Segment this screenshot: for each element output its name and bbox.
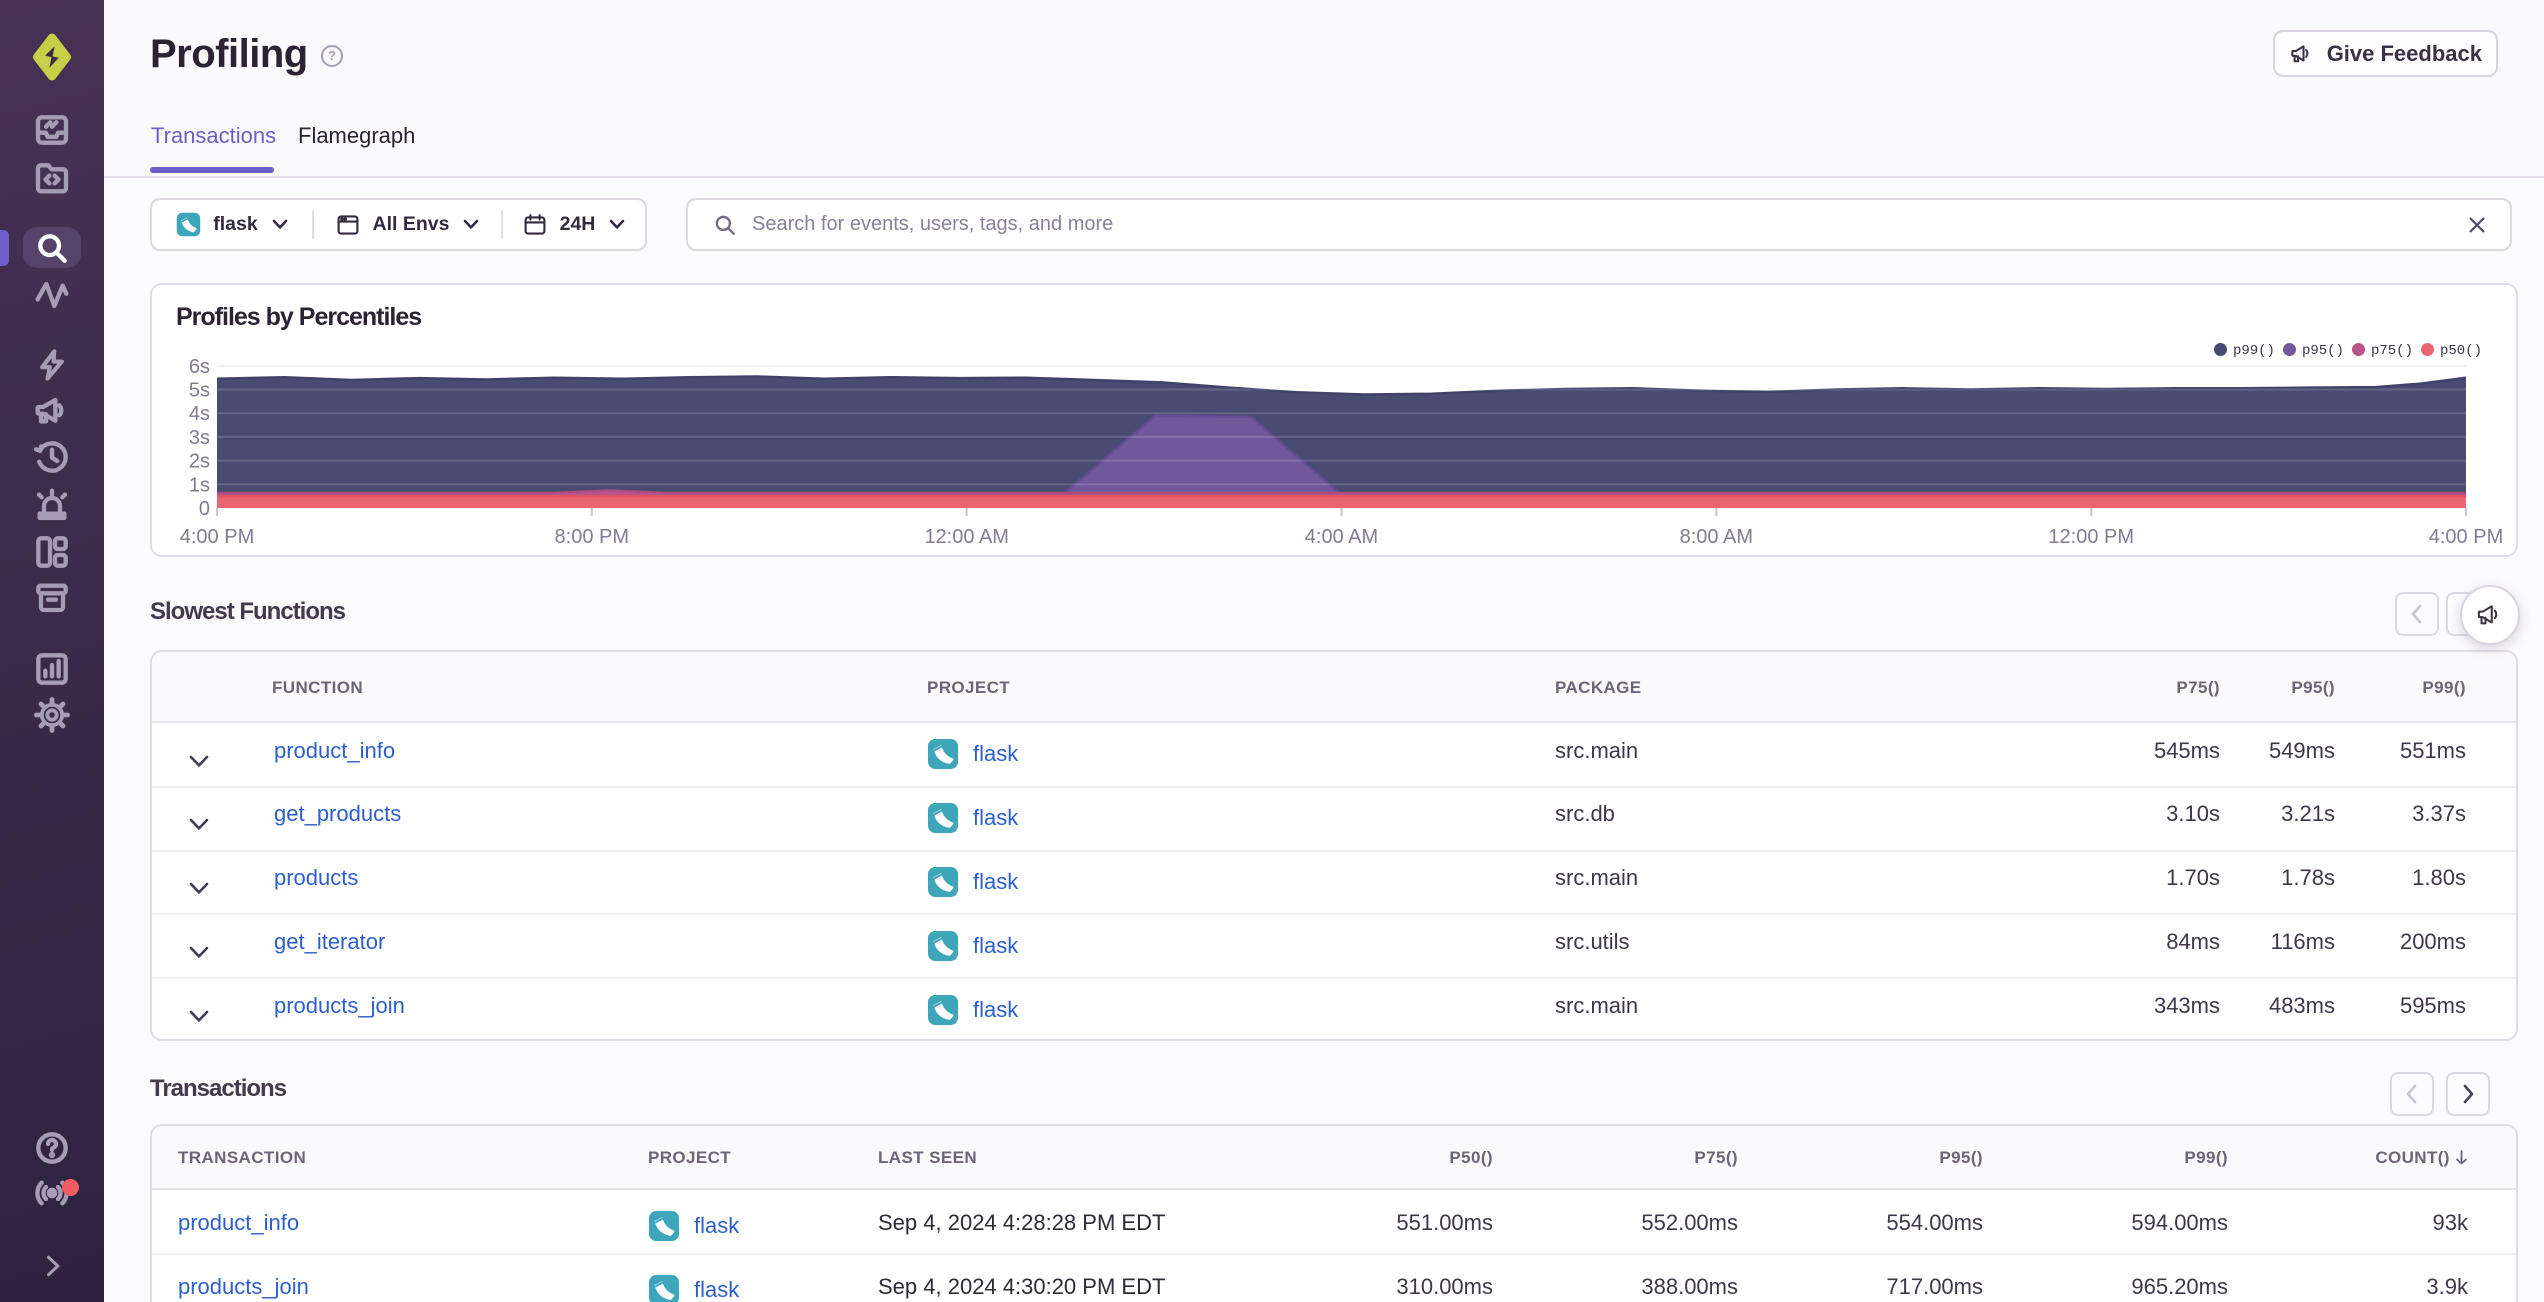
svg-text:2s: 2s: [189, 451, 210, 473]
svg-text:4:00 PM: 4:00 PM: [2429, 526, 2503, 548]
svg-text:0: 0: [199, 498, 210, 520]
svg-text:8:00 AM: 8:00 AM: [1680, 526, 1753, 548]
svg-text:12:00 PM: 12:00 PM: [2048, 526, 2134, 548]
svg-text:4s: 4s: [189, 403, 210, 425]
svg-text:4:00 PM: 4:00 PM: [180, 526, 254, 548]
svg-text:4:00 AM: 4:00 AM: [1305, 526, 1378, 548]
svg-text:3s: 3s: [189, 427, 210, 449]
svg-text:8:00 PM: 8:00 PM: [555, 526, 629, 548]
svg-text:5s: 5s: [189, 380, 210, 402]
svg-text:12:00 AM: 12:00 AM: [924, 526, 1009, 548]
svg-text:6s: 6s: [189, 356, 210, 378]
svg-text:1s: 1s: [189, 474, 210, 496]
